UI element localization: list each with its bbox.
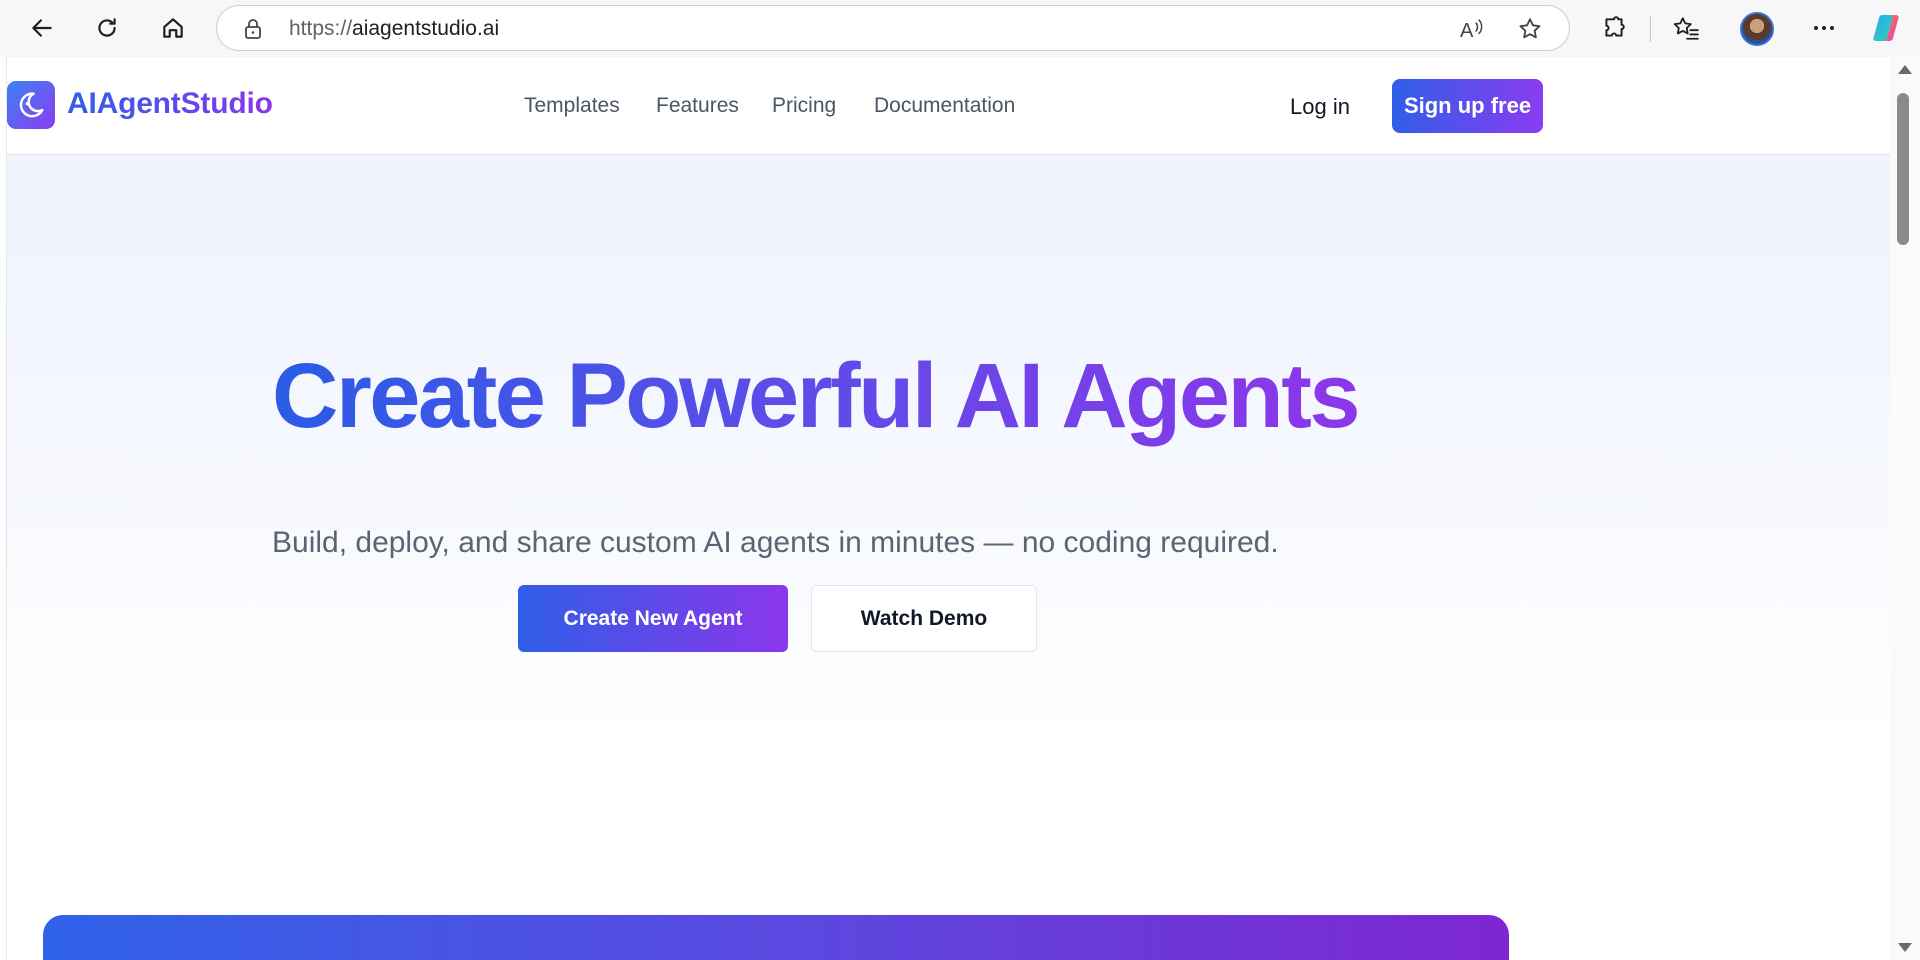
nav-features[interactable]: Features <box>656 94 739 118</box>
toolbar-divider <box>1650 16 1651 42</box>
page-viewport: AIAgentStudio Templates Features Pricing… <box>6 57 1890 960</box>
brand-name[interactable]: AIAgentStudio <box>67 87 273 121</box>
favorites-icon[interactable] <box>1666 8 1706 48</box>
extensions-icon[interactable] <box>1594 8 1634 48</box>
scroll-down-arrow-icon[interactable] <box>1898 943 1912 952</box>
home-icon[interactable] <box>153 8 193 48</box>
scroll-up-arrow-icon[interactable] <box>1898 65 1912 74</box>
refresh-icon[interactable] <box>87 8 127 48</box>
url-text[interactable]: https://aiagentstudio.ai <box>289 17 499 41</box>
svg-text:A: A <box>1460 20 1474 41</box>
signup-button[interactable]: Sign up free <box>1392 79 1543 133</box>
nav-templates[interactable]: Templates <box>524 94 620 118</box>
page-scrollbar[interactable] <box>1890 57 1920 960</box>
hero-subtitle: Build, deploy, and share custom AI agent… <box>272 526 1279 559</box>
watch-demo-button[interactable]: Watch Demo <box>811 585 1037 652</box>
nav-pricing[interactable]: Pricing <box>772 94 836 118</box>
login-link[interactable]: Log in <box>1290 94 1350 120</box>
moon-logo-icon <box>19 92 44 118</box>
logo[interactable] <box>7 81 55 129</box>
scroll-thumb[interactable] <box>1897 93 1909 245</box>
nav-documentation[interactable]: Documentation <box>874 94 1015 118</box>
profile-avatar[interactable] <box>1740 12 1774 46</box>
site-header: AIAgentStudio Templates Features Pricing… <box>7 57 1890 155</box>
more-icon[interactable] <box>1804 8 1844 48</box>
hero-title: Create Powerful AI Agents <box>272 345 1361 447</box>
copilot-icon[interactable] <box>1866 8 1906 48</box>
gradient-banner <box>43 915 1509 960</box>
address-bar[interactable]: https://aiagentstudio.ai A <box>216 5 1570 51</box>
favorite-star-icon[interactable] <box>1517 16 1543 42</box>
browser-toolbar: https://aiagentstudio.ai A <box>0 0 1920 57</box>
lock-icon[interactable] <box>243 18 263 45</box>
create-new-agent-button[interactable]: Create New Agent <box>518 585 788 652</box>
read-aloud-icon[interactable]: A <box>1459 16 1485 42</box>
hero-section: Create Powerful AI Agents Build, deploy,… <box>7 155 1890 960</box>
back-icon[interactable] <box>22 8 62 48</box>
